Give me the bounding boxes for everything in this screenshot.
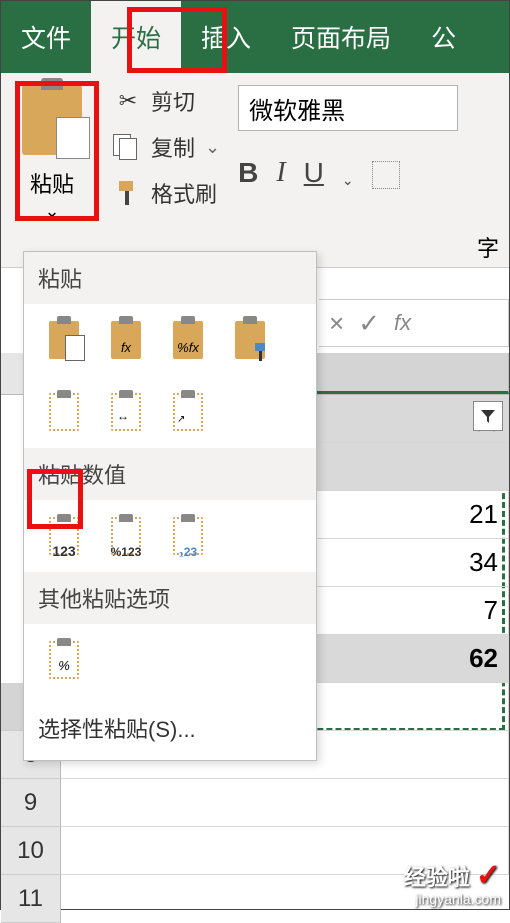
- underline-dropdown-icon[interactable]: ⌄: [342, 172, 354, 189]
- format-painter-label: 格式刷: [151, 177, 217, 209]
- copy-icon: [113, 132, 143, 162]
- confirm-icon[interactable]: ✓: [358, 308, 380, 339]
- menu-home[interactable]: 开始: [91, 1, 181, 73]
- ribbon: 粘贴 ⌄ ✂ 剪切 复制 ⌄ 格式刷 微软雅黑 B I U ⌄: [1, 73, 509, 229]
- copy-label: 复制: [151, 131, 195, 163]
- paste-other-section-label: 其他粘贴选项: [24, 572, 316, 624]
- font-style-buttons: B I U ⌄: [238, 149, 458, 189]
- paste-option-default[interactable]: [38, 314, 90, 366]
- paste-section-label: 粘贴: [24, 252, 316, 304]
- paste-dropdown-menu: 粘贴 fx %fx ↔ ↗ 粘贴数值 123 %123 ₁23 其他粘贴选项 %…: [23, 251, 317, 761]
- paste-label: 粘贴: [30, 167, 74, 199]
- clipboard-actions: ✂ 剪切 复制 ⌄ 格式刷: [113, 85, 220, 223]
- watermark-url: jingyanla.com: [404, 893, 501, 905]
- paste-option-transpose[interactable]: ↗: [162, 386, 214, 438]
- fx-icon[interactable]: fx: [394, 310, 411, 336]
- row-header-11[interactable]: 11: [1, 875, 61, 923]
- bold-button[interactable]: B: [238, 157, 258, 189]
- filter-button[interactable]: [473, 401, 503, 431]
- cancel-icon[interactable]: ×: [329, 308, 344, 339]
- page-icon: [56, 117, 90, 159]
- paste-values-section-label: 粘贴数值: [24, 448, 316, 500]
- menu-page-layout[interactable]: 页面布局: [271, 1, 411, 73]
- paste-dropdown-arrow[interactable]: ⌄: [9, 201, 95, 222]
- row-header-9[interactable]: 9: [1, 779, 61, 827]
- watermark-text: 经验啦: [404, 865, 470, 890]
- italic-button[interactable]: I: [276, 157, 285, 189]
- paste-other-pct[interactable]: %: [38, 634, 90, 686]
- paste-options-row1: fx %fx: [24, 304, 316, 376]
- cut-button[interactable]: ✂ 剪切: [113, 85, 220, 117]
- menu-insert[interactable]: 插入: [181, 1, 271, 73]
- paste-option-column-width[interactable]: ↔: [100, 386, 152, 438]
- copy-button[interactable]: 复制 ⌄: [113, 131, 220, 163]
- format-painter-button[interactable]: 格式刷: [113, 177, 220, 209]
- menu-file[interactable]: 文件: [1, 1, 91, 73]
- watermark: 经验啦 ✓ jingyanla.com: [404, 858, 501, 905]
- paste-values-button[interactable]: 123: [38, 510, 90, 562]
- formula-bar: × ✓ fx: [319, 299, 509, 347]
- border-icon[interactable]: [372, 161, 400, 189]
- font-group: 微软雅黑 B I U ⌄: [238, 85, 458, 223]
- copy-dropdown-icon[interactable]: ⌄: [205, 137, 220, 158]
- paste-option-formulas[interactable]: fx: [100, 314, 152, 366]
- paste-option-formulas-number[interactable]: %fx: [162, 314, 214, 366]
- empty-row-10: [61, 779, 509, 827]
- paste-option-source-format[interactable]: [224, 314, 276, 366]
- font-name-select[interactable]: 微软雅黑: [238, 85, 458, 131]
- underline-button[interactable]: U: [304, 157, 324, 189]
- paste-other-options: %: [24, 624, 316, 696]
- paste-options-row2: ↔ ↗: [24, 376, 316, 448]
- menu-more[interactable]: 公: [411, 1, 462, 73]
- paste-values-number-format[interactable]: %123: [100, 510, 152, 562]
- paste-icon[interactable]: [22, 85, 82, 155]
- paste-values-source-format[interactable]: ₁23: [162, 510, 214, 562]
- menu-bar: 文件 开始 插入 页面布局 公: [1, 1, 509, 73]
- paste-special-menu[interactable]: 选择性粘贴(S)...: [24, 696, 316, 760]
- paste-group: 粘贴 ⌄: [9, 85, 95, 223]
- watermark-check-icon: ✓: [476, 859, 501, 892]
- paste-values-options: 123 %123 ₁23: [24, 500, 316, 572]
- paste-option-no-border[interactable]: [38, 386, 90, 438]
- cut-label: 剪切: [151, 85, 195, 117]
- row-header-10[interactable]: 10: [1, 827, 61, 875]
- scissors-icon: ✂: [113, 86, 143, 116]
- brush-icon: [113, 178, 143, 208]
